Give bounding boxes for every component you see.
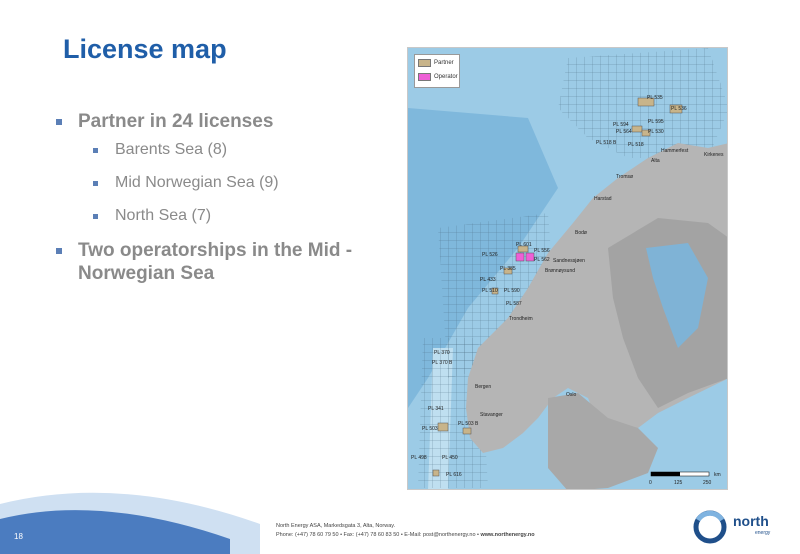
footer-contact: North Energy ASA, Markedsgata 3, Alta, N… bbox=[276, 522, 535, 540]
bullet-marker-icon bbox=[93, 214, 98, 219]
sub-bullet-text: Mid Norwegian Sea (9) bbox=[115, 174, 279, 191]
license-label: PL 594 bbox=[613, 122, 629, 128]
bullet-marker-icon bbox=[56, 119, 62, 125]
footer-contact-info: Phone: (+47) 78 60 79 50 • Fax: (+47) 78… bbox=[276, 532, 479, 538]
place-label: Bergen bbox=[475, 384, 491, 390]
license-label: PL 385 bbox=[500, 266, 516, 272]
license-label: PL 370 bbox=[434, 350, 450, 356]
license-label: PL 587 bbox=[506, 301, 522, 307]
sub-bullet-barents: Barents Sea (8) bbox=[56, 140, 386, 160]
operator-swatch-icon bbox=[418, 73, 431, 81]
license-label: PL 616 bbox=[446, 472, 462, 478]
scale-unit: km bbox=[714, 472, 721, 478]
sub-bullet-text: North Sea (7) bbox=[115, 207, 212, 224]
place-label: Bodø bbox=[575, 230, 587, 236]
license-label: PL 518 bbox=[628, 142, 644, 148]
place-label: Brønnøysund bbox=[545, 268, 575, 274]
place-label: Oslo bbox=[566, 392, 577, 398]
bullet-list: Partner in 24 licenses Barents Sea (8) M… bbox=[56, 110, 386, 291]
place-label: Sandnessjøen bbox=[553, 258, 585, 264]
bullet-text-line2: Norwegian Sea bbox=[78, 263, 215, 284]
bullet-marker-icon bbox=[93, 148, 98, 153]
license-label: PL 450 bbox=[442, 455, 458, 461]
license-label: PL 530 bbox=[648, 129, 664, 135]
legend-partner-label: Partner bbox=[434, 60, 454, 66]
license-label: PL 510 bbox=[482, 288, 498, 294]
footer-website-link[interactable]: www.northenergy.no bbox=[481, 532, 535, 538]
map-graphic: PL 535 PL 536 PL 595 PL 594 PL 564 PL 53… bbox=[408, 48, 727, 489]
place-label: Harstad bbox=[594, 196, 612, 202]
page-number: 18 bbox=[14, 532, 23, 541]
license-label: PL 590 bbox=[504, 288, 520, 294]
place-label: Stavanger bbox=[480, 412, 503, 418]
license-label: PL 556 bbox=[534, 248, 550, 254]
legend-operator-label: Operator bbox=[434, 74, 458, 80]
bullet-marker-icon bbox=[93, 181, 98, 186]
partner-swatch-icon bbox=[418, 59, 431, 67]
license-label: PL 601 bbox=[516, 242, 532, 248]
slide-title: License map bbox=[63, 34, 227, 64]
place-label: Trondheim bbox=[509, 316, 533, 322]
license-label: PL 595 bbox=[648, 119, 664, 125]
place-label: Tromsø bbox=[616, 174, 633, 180]
place-label: Alta bbox=[651, 158, 660, 164]
license-label: PL 433 bbox=[480, 277, 496, 283]
footer-address: North Energy ASA, Markedsgata 3, Alta, N… bbox=[276, 523, 396, 529]
license-label: PL 518 B bbox=[596, 140, 617, 146]
sub-bullet-north-sea: North Sea (7) bbox=[56, 206, 386, 226]
bullet-text-line1: Two operatorships in the Mid - bbox=[78, 240, 353, 261]
license-map: PL 535 PL 536 PL 595 PL 594 PL 564 PL 53… bbox=[407, 47, 728, 490]
legend-operator: Operator bbox=[418, 73, 458, 81]
place-label: Kirkenes bbox=[704, 152, 724, 158]
license-label: PL 526 bbox=[482, 252, 498, 258]
license-label: PL 562 bbox=[534, 257, 550, 263]
license-label: PL 503 bbox=[422, 426, 438, 432]
logo-wordmark: north bbox=[733, 513, 769, 529]
license-label: PL 503 B bbox=[458, 421, 479, 427]
license-label: PL 564 bbox=[616, 129, 632, 135]
license-label: PL 536 bbox=[671, 106, 687, 112]
bullet-text: Partner in 24 licenses bbox=[78, 111, 274, 132]
legend-partner: Partner bbox=[418, 59, 454, 67]
license-label: PL 341 bbox=[428, 406, 444, 412]
sub-bullet-text: Barents Sea (8) bbox=[115, 141, 228, 158]
bullet-operatorships: Two operatorships in the Mid - Norwegian… bbox=[56, 239, 386, 285]
footer-swoosh bbox=[0, 492, 260, 554]
sub-bullet-mid-norwegian: Mid Norwegian Sea (9) bbox=[56, 173, 386, 193]
logo-subword: energy bbox=[755, 530, 771, 536]
place-label: Hammerfest bbox=[661, 148, 689, 154]
bullet-partner: Partner in 24 licenses bbox=[56, 110, 386, 134]
license-label: PL 370 B bbox=[432, 360, 453, 366]
license-label: PL 498 bbox=[411, 455, 427, 461]
bullet-marker-icon bbox=[56, 248, 62, 254]
map-legend: Partner Operator bbox=[414, 54, 460, 88]
license-label: PL 535 bbox=[647, 95, 663, 101]
